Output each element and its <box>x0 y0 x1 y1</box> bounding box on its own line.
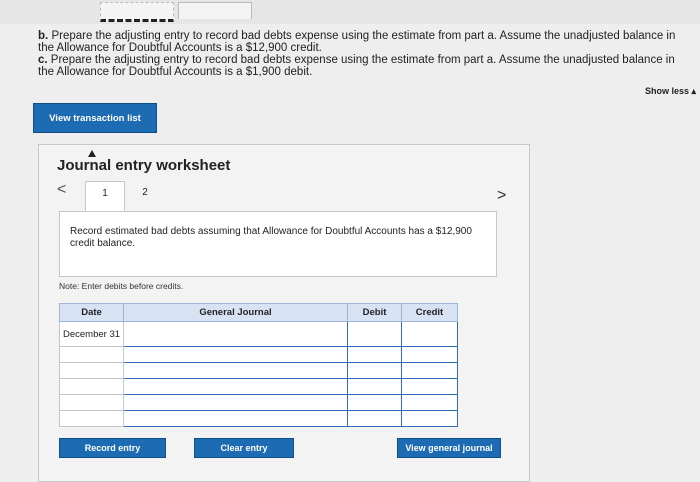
mouse-cursor-icon <box>88 150 96 157</box>
tab-1[interactable]: 1 <box>85 181 125 212</box>
worksheet-title: Journal entry worksheet <box>57 157 231 174</box>
top-toolbar-strip <box>0 0 700 24</box>
table-row <box>59 394 458 411</box>
instruction-c-label: c. <box>38 54 48 66</box>
next-arrow-icon[interactable]: > <box>497 187 506 205</box>
credit-input[interactable] <box>401 378 458 395</box>
credit-header: Credit <box>401 303 458 322</box>
toolbar-tab[interactable] <box>178 2 252 19</box>
journal-entry-worksheet: Journal entry worksheet < 1 2 > Record e… <box>38 144 530 482</box>
date-cell <box>59 394 124 411</box>
note-text: Note: Enter debits before credits. <box>59 281 184 291</box>
record-entry-button[interactable]: Record entry <box>59 438 166 458</box>
debit-input[interactable] <box>347 321 402 347</box>
toolbar-tab[interactable] <box>100 2 174 22</box>
date-cell: December 31 <box>59 321 124 347</box>
instruction-b-text: Prepare the adjusting entry to record ba… <box>38 30 676 54</box>
date-cell <box>59 346 124 363</box>
instruction-b: b. Prepare the adjusting entry to record… <box>38 30 688 54</box>
account-select[interactable] <box>123 346 348 363</box>
show-less-link[interactable]: Show less ▴ <box>645 86 696 97</box>
debit-input[interactable] <box>347 378 402 395</box>
table-row: December 31 <box>59 321 458 347</box>
table-row <box>59 410 458 427</box>
table-row <box>59 346 458 363</box>
debit-header: Debit <box>347 303 402 322</box>
instructions: b. Prepare the adjusting entry to record… <box>38 30 688 78</box>
account-select[interactable] <box>123 394 348 411</box>
clear-entry-button[interactable]: Clear entry <box>194 438 294 458</box>
date-cell <box>59 378 124 395</box>
account-select[interactable] <box>123 378 348 395</box>
credit-input[interactable] <box>401 394 458 411</box>
debit-input[interactable] <box>347 410 402 427</box>
credit-input[interactable] <box>401 346 458 363</box>
date-cell <box>59 362 124 379</box>
tab-2[interactable]: 2 <box>135 181 155 209</box>
table-header-row: Date General Journal Debit Credit <box>59 303 458 322</box>
previous-arrow-icon[interactable]: < <box>57 181 66 199</box>
view-general-journal-button[interactable]: View general journal <box>397 438 501 458</box>
instruction-c-text: Prepare the adjusting entry to record ba… <box>38 54 675 78</box>
date-cell <box>59 410 124 427</box>
instruction-b-label: b. <box>38 30 49 42</box>
credit-input[interactable] <box>401 410 458 427</box>
account-select[interactable] <box>123 362 348 379</box>
entry-description: Record estimated bad debts assuming that… <box>59 211 497 277</box>
account-select[interactable] <box>123 410 348 427</box>
debit-input[interactable] <box>347 362 402 379</box>
table-row <box>59 362 458 379</box>
entry-description-text: Record estimated bad debts assuming that… <box>70 226 472 249</box>
table-row <box>59 378 458 395</box>
credit-input[interactable] <box>401 362 458 379</box>
debit-input[interactable] <box>347 394 402 411</box>
view-transaction-list-button[interactable]: View transaction list <box>33 103 157 133</box>
journal-table: Date General Journal Debit Credit Decemb… <box>59 303 458 427</box>
date-header: Date <box>59 303 124 322</box>
instruction-c: c. Prepare the adjusting entry to record… <box>38 54 688 78</box>
general-journal-header: General Journal <box>123 303 348 322</box>
debit-input[interactable] <box>347 346 402 363</box>
account-select[interactable] <box>123 321 348 347</box>
credit-input[interactable] <box>401 321 458 347</box>
